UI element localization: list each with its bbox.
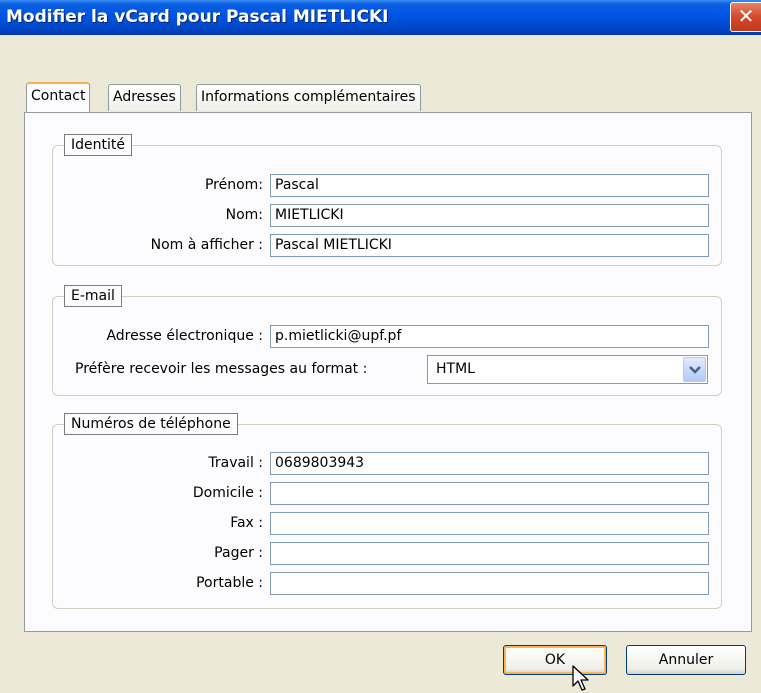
email-legend: E-mail	[64, 285, 122, 307]
work-phone-label: Travail :	[208, 455, 263, 471]
title-bar[interactable]: Modifier la vCard pour Pascal MIETLICKI …	[0, 0, 761, 35]
email-address-field[interactable]: p.mietlicki@upf.pf	[270, 325, 709, 348]
tab-contact-label: Contact	[31, 88, 86, 104]
display-name-field[interactable]: Pascal MIETLICKI	[270, 234, 709, 257]
close-icon: ✕	[737, 4, 755, 28]
first-name-label: Prénom:	[204, 177, 263, 193]
chevron-down-icon	[689, 366, 701, 374]
tab-adresses[interactable]: Adresses	[108, 84, 181, 111]
phones-legend: Numéros de téléphone	[64, 413, 238, 435]
email-address-label: Adresse électronique :	[106, 328, 263, 344]
pager-field[interactable]	[270, 542, 709, 565]
mouse-pointer-icon	[572, 665, 589, 691]
email-format-dropdown-button[interactable]	[683, 357, 706, 382]
tab-panel-contact: Identité Prénom: Pascal Nom: MIETLICKI N…	[24, 112, 752, 632]
last-name-field[interactable]: MIETLICKI	[270, 204, 709, 227]
work-phone-field[interactable]: 0689803943	[270, 452, 709, 475]
display-name-label: Nom à afficher :	[150, 237, 263, 253]
mobile-phone-label: Portable :	[196, 575, 263, 591]
fax-label: Fax :	[230, 515, 263, 531]
pager-label: Pager :	[214, 545, 263, 561]
email-format-label: Préfère recevoir les messages au format …	[75, 361, 368, 377]
email-format-value: HTML	[436, 361, 475, 377]
identity-legend: Identité	[64, 134, 132, 156]
email-format-select[interactable]: HTML	[427, 355, 708, 384]
home-phone-label: Domicile :	[192, 485, 263, 501]
tab-contact[interactable]: Contact	[26, 82, 91, 112]
mobile-phone-field[interactable]	[270, 572, 709, 595]
fax-field[interactable]	[270, 512, 709, 535]
close-button[interactable]: ✕	[730, 2, 761, 32]
cancel-button[interactable]: Annuler	[626, 645, 746, 675]
tab-informations[interactable]: Informations complémentaires	[196, 84, 421, 111]
window-title: Modifier la vCard pour Pascal MIETLICKI	[6, 7, 389, 27]
first-name-field[interactable]: Pascal	[270, 174, 709, 197]
tab-adresses-label: Adresses	[113, 89, 176, 105]
home-phone-field[interactable]	[270, 482, 709, 505]
tab-informations-label: Informations complémentaires	[201, 89, 416, 105]
last-name-label: Nom:	[225, 207, 263, 223]
